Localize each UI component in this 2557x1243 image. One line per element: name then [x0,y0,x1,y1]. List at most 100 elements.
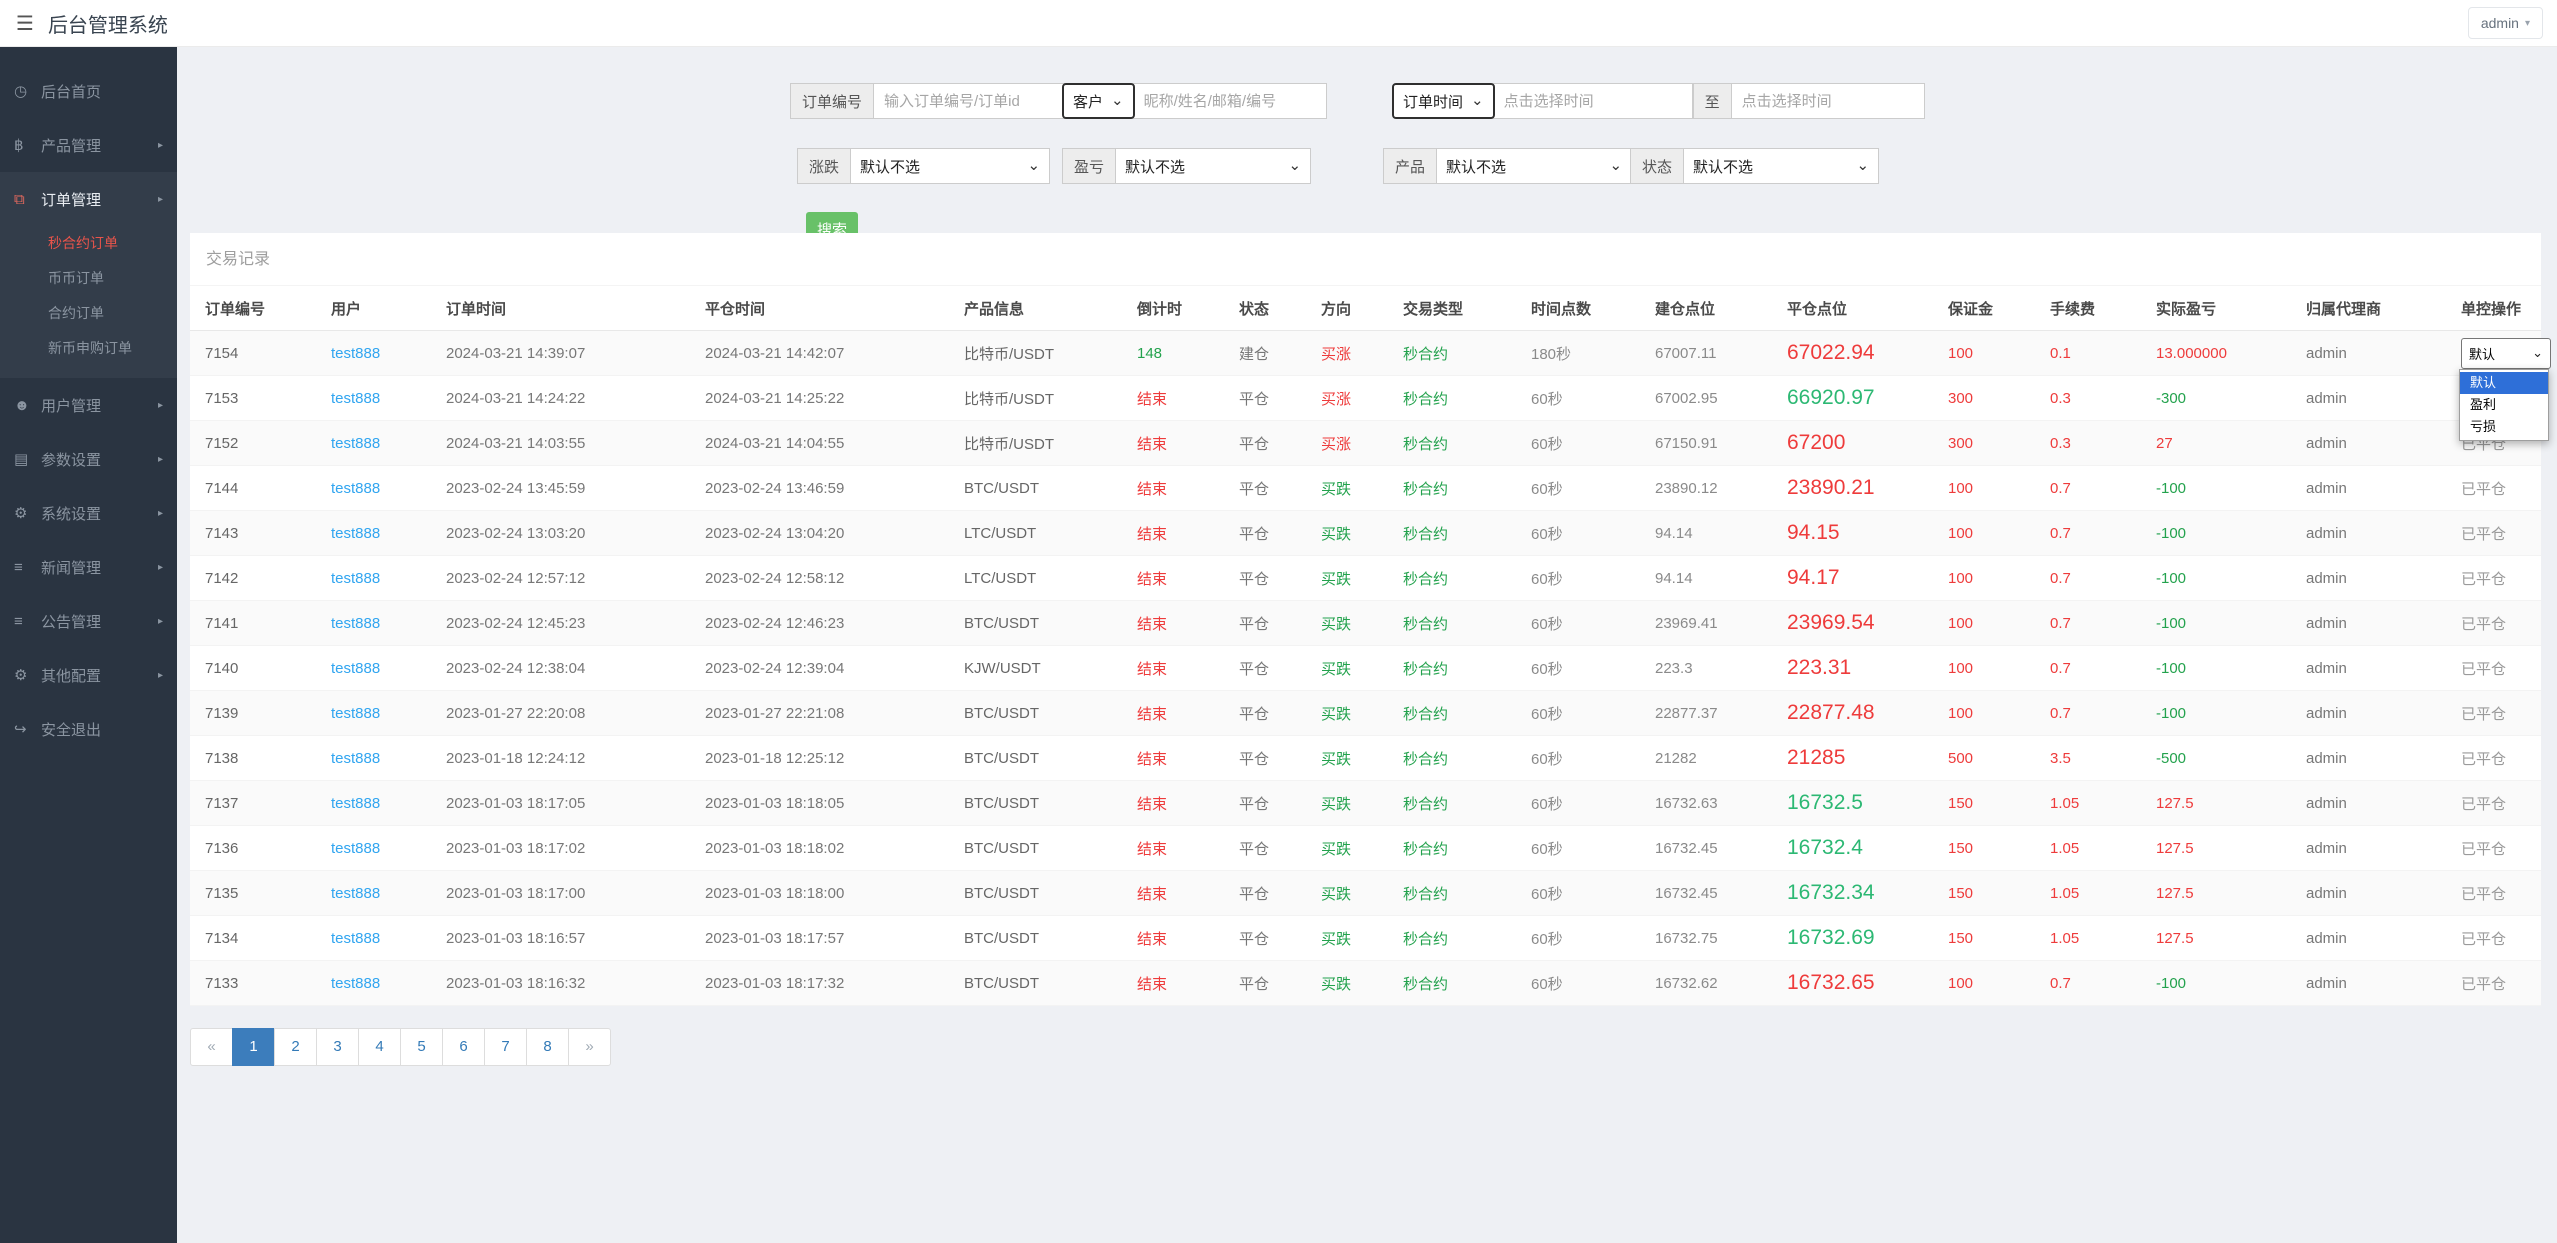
admin-user-menu[interactable]: admin ▾ [2467,7,2543,39]
page-next[interactable]: » [568,1028,611,1066]
cell-open_price: 16732.62 [1640,960,1772,1006]
sidebar-item-order-management[interactable]: ⧉ 订单管理 ▸ [0,172,177,226]
cell-value: 100 [1948,974,1974,992]
cell-control: 默认 ⌄ 默认 盈利 亏损 [2446,330,2551,441]
cell-product: 比特币/USDT [949,330,1122,376]
sidebar-subitem-contract-orders[interactable]: 合约订单 [0,296,177,331]
chevron-down-icon: ⌄ [1856,157,1870,174]
page-7[interactable]: 7 [484,1028,527,1066]
sidebar-item-system-settings[interactable]: ⚙ 系统设置 ▸ [0,486,177,540]
cell-product: BTC/USDT [949,870,1122,916]
user-link[interactable]: test888 [331,435,380,452]
pnl-select[interactable]: 默认不选 ⌄ [1115,148,1312,184]
user-link[interactable]: test888 [331,660,380,677]
sidebar-item-label: 参数设置 [41,451,102,469]
cell-close_price: 16732.5 [1772,780,1933,826]
sidebar-item-parameter-settings[interactable]: ▤ 参数设置 ▸ [0,432,177,486]
time-from-input[interactable] [1492,83,1693,119]
sidebar-item-news-management[interactable]: ≡ 新闻管理 ▸ [0,540,177,594]
row-control-select[interactable]: 默认 ⌄ [2461,337,2551,369]
orders-icon: ⧉ [14,190,25,208]
cell-close_time: 2023-02-24 13:04:20 [690,510,949,556]
cell-open_time: 2023-02-24 13:45:59 [431,465,690,511]
customer-input[interactable] [1132,83,1327,119]
time-to-input[interactable] [1730,83,1925,119]
cell-profit: -100 [2141,465,2291,511]
user-link[interactable]: test888 [331,345,380,362]
cell-margin: 500 [1933,735,2035,781]
cell-product: BTC/USDT [949,915,1122,961]
sidebar-item-label: 后台首页 [41,83,102,101]
cell-fee: 0.7 [2035,645,2141,691]
order-no-input[interactable] [873,83,1086,119]
cell-value: admin [2306,569,2347,587]
sidebar-item-user-management[interactable]: ☻ 用户管理 ▸ [0,378,177,432]
sidebar-item-logout[interactable]: ↪ 安全退出 [0,702,177,756]
dropdown-option[interactable]: 盈利 [2460,394,2548,416]
product-select[interactable]: 默认不选 ⌄ [1436,148,1633,184]
hamburger-menu-icon[interactable]: ☰ [16,11,34,36]
page-3[interactable]: 3 [316,1028,359,1066]
cell-countdown: 结束 [1122,555,1224,601]
cell-countdown: 结束 [1122,870,1224,916]
sidebar-subitem-seconds-contract-orders[interactable]: 秒合约订单 [0,226,177,261]
user-link[interactable]: test888 [331,390,380,407]
chevron-right-icon: ▸ [157,193,163,205]
sidebar-subitem-new-coin-subscription-orders[interactable]: 新币申购订单 [0,331,177,366]
page-8[interactable]: 8 [526,1028,569,1066]
cell-profit: 127.5 [2141,915,2291,961]
page-6[interactable]: 6 [442,1028,485,1066]
page-2[interactable]: 2 [274,1028,317,1066]
user-link[interactable]: test888 [331,885,380,902]
direction-value: 买跌 [1321,975,1352,993]
cell-value: 平仓 [1239,930,1270,948]
cell-trade_type: 秒合约 [1388,915,1516,961]
cell-value: 100 [1948,614,1974,632]
cell-user: test888 [316,510,431,556]
cell-value: 7143 [205,524,239,542]
status-select[interactable]: 默认不选 ⌄ [1683,148,1880,184]
sidebar-item-product-management[interactable]: ฿ 产品管理 ▸ [0,118,177,172]
user-link[interactable]: test888 [331,750,380,767]
col-close_price: 平仓点位 [1772,286,1933,331]
col-user: 用户 [316,286,431,331]
sidebar-subitem-coin-orders[interactable]: 币币订单 [0,261,177,296]
chevron-down-icon: ⌄ [1471,92,1484,109]
sidebar-item-announcement-management[interactable]: ≡ 公告管理 ▸ [0,594,177,648]
cell-margin: 100 [1933,555,2035,601]
page-4[interactable]: 4 [358,1028,401,1066]
dropdown-option[interactable]: 亏损 [2460,416,2548,438]
cell-direction: 买跌 [1306,825,1388,871]
page-5[interactable]: 5 [400,1028,443,1066]
user-link[interactable]: test888 [331,570,380,587]
cell-countdown: 结束 [1122,735,1224,781]
cell-value: 7141 [205,614,239,632]
user-link[interactable]: test888 [331,795,380,812]
cell-open_price: 16732.45 [1640,870,1772,916]
dropdown-option[interactable]: 默认 [2460,372,2548,394]
user-link[interactable]: test888 [331,615,380,632]
user-link[interactable]: test888 [331,705,380,722]
user-link[interactable]: test888 [331,525,380,542]
sidebar-item-dashboard-home[interactable]: ◷ 后台首页 [0,64,177,118]
cell-value: admin [2306,479,2347,497]
user-link[interactable]: test888 [331,480,380,497]
cell-value: 67002.95 [1655,389,1718,407]
updown-select[interactable]: 默认不选 ⌄ [850,148,1051,184]
page-prev[interactable]: « [190,1028,233,1066]
sidebar-item-other-config[interactable]: ⚙ 其他配置 ▸ [0,648,177,702]
cell-countdown: 结束 [1122,420,1224,466]
time-type-select[interactable]: 订单时间 ⌄ [1392,83,1495,119]
page-1[interactable]: 1 [232,1028,275,1066]
cell-user: test888 [316,555,431,601]
user-link[interactable]: test888 [331,930,380,947]
user-link[interactable]: test888 [331,840,380,857]
cell-value: 21282 [1655,749,1697,767]
cell-open_time: 2023-01-18 12:24:12 [431,735,690,781]
table-row-7135: 7135 test888 2023-01-03 18:17:00 2023-01-03… [190,870,2541,916]
sidebar-item-label: 用户管理 [41,397,102,415]
cell-period: 60秒 [1516,735,1640,781]
customer-type-select[interactable]: 客户 ⌄ [1062,83,1135,119]
user-link[interactable]: test888 [331,975,380,992]
cell-close_time: 2023-01-18 12:25:12 [690,735,949,781]
